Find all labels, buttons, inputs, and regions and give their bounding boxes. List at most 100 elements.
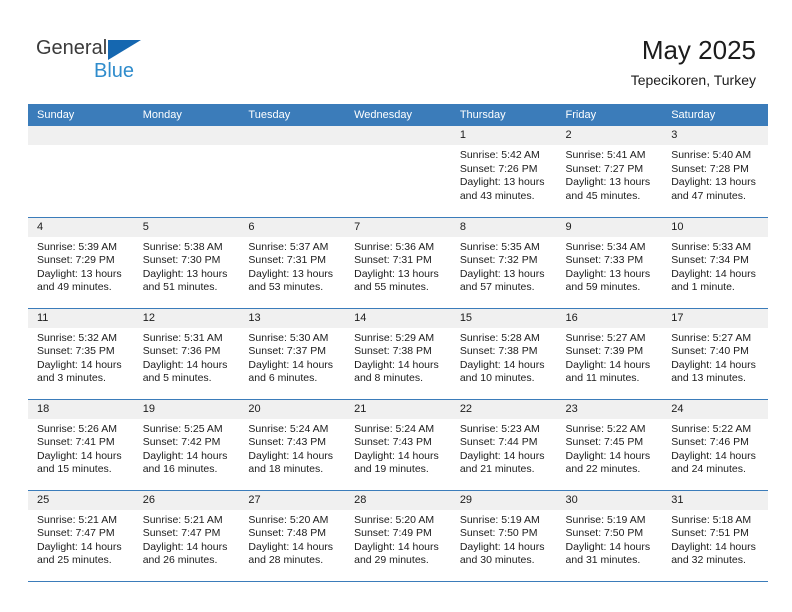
- sunset-time: Sunset: 7:44 PM: [459, 436, 538, 448]
- day-number: 21: [345, 399, 451, 419]
- day-number: [345, 126, 451, 145]
- sunrise-time: Sunrise: 5:19 AM: [459, 513, 540, 526]
- day-details: Sunrise: 5:27 AM Sunset: 7:40 PM Daylight:…: [662, 328, 768, 386]
- sunrise-time: Sunrise: 5:36 AM: [354, 240, 435, 253]
- daylight-duration-line2: and 57 minutes.: [459, 281, 535, 293]
- sunset-time: Sunset: 7:50 PM: [565, 527, 644, 539]
- sunset-time: Sunset: 7:49 PM: [354, 527, 432, 539]
- calendar-day-cell: 8 Sunrise: 5:35 AM Sunset: 7:32 PM Daylight…: [450, 217, 557, 309]
- calendar-week-row: 4 Sunrise: 5:39 AM Sunset: 7:29 PM Daylight…: [28, 217, 768, 309]
- calendar-day-cell: 12 Sunrise: 5:31 AM Sunset: 7:36 PM Dayligh…: [133, 308, 240, 400]
- sunset-time: Sunset: 7:29 PM: [37, 254, 115, 266]
- calendar-day-cell: 25 Sunrise: 5:21 AM Sunset: 7:47 PM Dayligh…: [28, 490, 134, 582]
- day-number: 18: [28, 399, 134, 419]
- day-details: Sunrise: 5:30 AM Sunset: 7:37 PM Daylight:…: [239, 328, 345, 386]
- sunset-time: Sunset: 7:50 PM: [459, 527, 538, 539]
- daylight-duration-line2: and 6 minutes.: [248, 372, 318, 384]
- sunset-time: Sunset: 7:35 PM: [37, 345, 115, 357]
- daylight-duration-line1: Daylight: 13 hours: [565, 267, 651, 280]
- sunrise-time: Sunrise: 5:22 AM: [671, 422, 752, 435]
- daylight-duration-line1: Daylight: 14 hours: [37, 449, 122, 462]
- calendar-day-cell: 27 Sunrise: 5:20 AM Sunset: 7:48 PM Dayligh…: [239, 490, 346, 582]
- daylight-duration-line2: and 8 minutes.: [354, 372, 423, 384]
- page-header: General Blue May 2025 Tepecikoren, Turke…: [0, 0, 792, 88]
- daylight-duration-line2: and 53 minutes.: [248, 281, 324, 293]
- calendar-day-cell: 14 Sunrise: 5:29 AM Sunset: 7:38 PM Dayligh…: [345, 308, 451, 400]
- sunset-time: Sunset: 7:41 PM: [37, 436, 115, 448]
- calendar-day-cell: 31 Sunrise: 5:18 AM Sunset: 7:51 PM Dayligh…: [662, 490, 768, 582]
- sunrise-time: Sunrise: 5:40 AM: [671, 149, 752, 161]
- calendar-day-cell: 16 Sunrise: 5:27 AM Sunset: 7:39 PM Dayligh…: [556, 308, 663, 400]
- sunset-time: Sunset: 7:27 PM: [565, 162, 644, 175]
- day-number: 9: [556, 217, 663, 237]
- daylight-duration-line1: Daylight: 14 hours: [142, 358, 228, 371]
- day-number: 29: [450, 490, 557, 510]
- sunset-time: Sunset: 7:45 PM: [565, 436, 644, 448]
- calendar-body: 1 Sunrise: 5:42 AM Sunset: 7:26 PM Daylight…: [28, 126, 768, 582]
- daylight-duration-line1: Daylight: 14 hours: [354, 540, 439, 553]
- day-number: 26: [133, 490, 240, 510]
- sunset-time: Sunset: 7:48 PM: [248, 527, 327, 539]
- sunrise-time: Sunrise: 5:30 AM: [248, 331, 329, 344]
- calendar-day-cell: 18 Sunrise: 5:26 AM Sunset: 7:41 PM Dayligh…: [28, 399, 134, 491]
- daylight-duration-line2: and 49 minutes.: [37, 281, 112, 293]
- daylight-duration-line1: Daylight: 13 hours: [671, 176, 756, 188]
- day-number: [133, 126, 240, 145]
- title-block: May 2025 Tepecikoren, Turkey: [631, 34, 756, 90]
- weekday-header-friday: Friday: [556, 104, 663, 126]
- sunset-time: Sunset: 7:34 PM: [671, 254, 749, 266]
- sunrise-time: Sunrise: 5:28 AM: [459, 331, 540, 344]
- weekday-header-saturday: Saturday: [662, 104, 768, 126]
- day-details: Sunrise: 5:20 AM Sunset: 7:49 PM Daylight:…: [345, 510, 451, 568]
- daylight-duration-line2: and 45 minutes.: [565, 189, 641, 202]
- daylight-duration-line1: Daylight: 13 hours: [142, 267, 228, 280]
- daylight-duration-line1: Daylight: 14 hours: [565, 540, 651, 553]
- sunrise-time: Sunrise: 5:31 AM: [142, 331, 223, 344]
- sunset-time: Sunset: 7:37 PM: [248, 345, 327, 357]
- day-details: Sunrise: 5:29 AM Sunset: 7:38 PM Daylight:…: [345, 328, 451, 386]
- sunset-time: Sunset: 7:46 PM: [671, 436, 749, 448]
- day-number: 7: [345, 217, 451, 237]
- calendar-day-cell: 22 Sunrise: 5:23 AM Sunset: 7:44 PM Dayligh…: [450, 399, 557, 491]
- day-number: 13: [239, 308, 346, 328]
- day-number: 30: [556, 490, 663, 510]
- calendar-day-cell: 4 Sunrise: 5:39 AM Sunset: 7:29 PM Daylight…: [28, 217, 134, 309]
- sunset-time: Sunset: 7:38 PM: [459, 345, 538, 357]
- daylight-duration-line1: Daylight: 14 hours: [142, 540, 228, 553]
- calendar-day-cell: 20 Sunrise: 5:24 AM Sunset: 7:43 PM Dayligh…: [239, 399, 346, 491]
- daylight-duration-line1: Daylight: 14 hours: [248, 358, 334, 371]
- day-details: Sunrise: 5:35 AM Sunset: 7:32 PM Daylight:…: [451, 237, 557, 295]
- daylight-duration-line1: Daylight: 13 hours: [459, 176, 545, 188]
- sunrise-time: Sunrise: 5:25 AM: [142, 422, 223, 435]
- day-number: 14: [345, 308, 451, 328]
- day-details: Sunrise: 5:18 AM Sunset: 7:51 PM Daylight:…: [662, 510, 768, 568]
- daylight-duration-line2: and 25 minutes.: [37, 554, 112, 566]
- daylight-duration-line1: Daylight: 14 hours: [671, 449, 756, 462]
- daylight-duration-line2: and 32 minutes.: [671, 554, 746, 566]
- day-details: Sunrise: 5:22 AM Sunset: 7:46 PM Daylight:…: [662, 419, 768, 477]
- sunset-time: Sunset: 7:28 PM: [671, 162, 749, 175]
- general-blue-logo[interactable]: General Blue: [36, 38, 176, 84]
- daylight-duration-line2: and 15 minutes.: [37, 463, 112, 475]
- sunset-time: Sunset: 7:39 PM: [565, 345, 644, 357]
- calendar-day-cell: 17 Sunrise: 5:27 AM Sunset: 7:40 PM Dayligh…: [662, 308, 768, 400]
- daylight-duration-line2: and 3 minutes.: [37, 372, 106, 384]
- sunrise-time: Sunrise: 5:24 AM: [248, 422, 329, 435]
- daylight-duration-line2: and 31 minutes.: [565, 554, 641, 566]
- day-number: 11: [28, 308, 134, 328]
- day-number: 28: [345, 490, 451, 510]
- calendar-day-cell: 2 Sunrise: 5:41 AM Sunset: 7:27 PM Daylight…: [556, 126, 663, 218]
- calendar-day-cell: 29 Sunrise: 5:19 AM Sunset: 7:50 PM Dayligh…: [450, 490, 557, 582]
- sunrise-time: Sunrise: 5:27 AM: [565, 331, 646, 344]
- calendar-day-cell: 1 Sunrise: 5:42 AM Sunset: 7:26 PM Daylight…: [450, 126, 557, 218]
- daylight-duration-line1: Daylight: 14 hours: [671, 540, 756, 553]
- sunrise-time: Sunrise: 5:33 AM: [671, 240, 752, 253]
- day-details: Sunrise: 5:37 AM Sunset: 7:31 PM Daylight:…: [239, 237, 345, 295]
- day-details: Sunrise: 5:38 AM Sunset: 7:30 PM Daylight:…: [134, 237, 240, 295]
- day-number: 3: [662, 126, 768, 145]
- calendar-head: Sunday Monday Tuesday Wednesday Thursday…: [28, 104, 768, 126]
- daylight-duration-line1: Daylight: 14 hours: [354, 358, 439, 371]
- sunrise-time: Sunrise: 5:39 AM: [37, 240, 117, 253]
- calendar-day-cell: 24 Sunrise: 5:22 AM Sunset: 7:46 PM Dayligh…: [662, 399, 768, 491]
- location-subtitle: Tepecikoren, Turkey: [630, 72, 756, 88]
